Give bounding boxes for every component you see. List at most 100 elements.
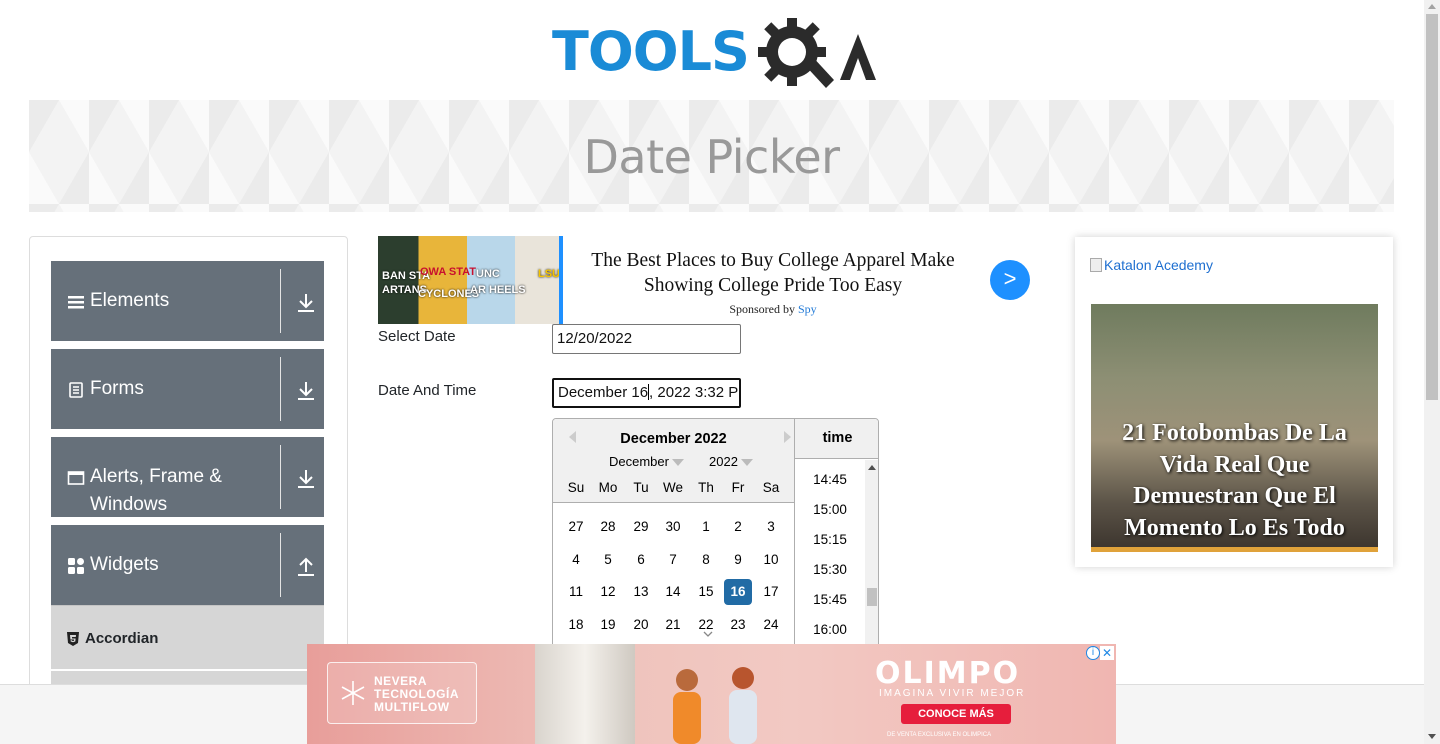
ad-go-button[interactable]: > xyxy=(990,260,1030,300)
scrollbar-thumb[interactable] xyxy=(1426,14,1438,400)
time-slot[interactable]: 14:45 xyxy=(795,472,865,487)
sidebar-group-forms[interactable]: Forms xyxy=(51,349,324,429)
calendar-day[interactable]: 21 xyxy=(659,612,687,638)
calendar-day[interactable]: 24 xyxy=(757,612,785,638)
divider xyxy=(280,357,281,421)
hamburger-icon xyxy=(68,296,84,309)
scroll-up-arrow-icon[interactable] xyxy=(868,465,876,470)
window-icon xyxy=(67,471,85,485)
katalon-ad-link[interactable]: Katalon Acedemy xyxy=(1090,257,1213,273)
chevron-down-icon xyxy=(671,459,684,467)
gear-q-icon xyxy=(758,18,876,88)
input-text-after-caret: , 2022 3:32 P xyxy=(649,384,739,401)
ad-headline[interactable]: The Best Places to Buy College Apparel M… xyxy=(578,248,968,298)
date-and-time-input[interactable]: December 16, 2022 3:32 P xyxy=(552,378,741,408)
calendar-day[interactable]: 8 xyxy=(692,547,720,573)
calendar-day[interactable]: 3 xyxy=(757,514,785,540)
ad-subline: DE VENTA EXCLUSIVA EN OLIMPICA xyxy=(887,732,992,738)
sidebar-group-alerts-frame-windows[interactable]: Alerts, Frame & Windows xyxy=(51,437,324,517)
broken-image-icon xyxy=(1090,258,1102,272)
ad-close-icon[interactable]: ✕ xyxy=(1100,646,1114,660)
calendar-day[interactable]: 17 xyxy=(757,579,785,605)
calendar-day[interactable]: 19 xyxy=(594,612,622,638)
calendar-day[interactable]: 6 xyxy=(627,547,655,573)
chevron-down-icon[interactable] xyxy=(703,631,713,639)
calendar-day[interactable]: 18 xyxy=(562,612,590,638)
logo-text: TOOLS xyxy=(552,20,750,83)
sidebar-item-accordian[interactable]: Accordian xyxy=(51,605,324,669)
input-text-before-caret: December 16 xyxy=(558,384,649,401)
html5-icon xyxy=(67,632,79,646)
snowflake-icon xyxy=(341,681,365,705)
download-arrow-icon[interactable] xyxy=(295,291,317,315)
scroll-up-arrow-icon[interactable] xyxy=(1428,4,1436,9)
time-slot[interactable]: 15:00 xyxy=(795,502,865,517)
divider xyxy=(280,445,281,509)
ad-photo[interactable]: 21 Fotobombas De La Vida Real Que Demues… xyxy=(1091,304,1378,552)
calendar-day[interactable]: 1 xyxy=(692,514,720,540)
calendar-day[interactable]: 5 xyxy=(594,547,622,573)
ad-cta-button[interactable]: CONOCE MÁS xyxy=(901,704,1011,724)
calendar-day[interactable]: 20 xyxy=(627,612,655,638)
select-date-label: Select Date xyxy=(378,328,456,345)
ad-image-college-shirts[interactable]: BAN STA OWA STAT UNC LSU ARTANS CYCLONES… xyxy=(378,236,563,324)
broken-image-alt-text: Katalon Acedemy xyxy=(1104,257,1213,273)
sidebar-group-elements[interactable]: Elements xyxy=(51,261,324,341)
date-and-time-label: Date And Time xyxy=(378,382,477,399)
day-name: Tu xyxy=(633,480,649,495)
time-slot[interactable]: 16:00 xyxy=(795,622,865,637)
next-month-button[interactable] xyxy=(784,431,791,443)
time-slot[interactable]: 15:15 xyxy=(795,532,865,547)
year-select-value: 2022 xyxy=(709,454,738,469)
sidebar-item-label: Accordian xyxy=(85,630,159,647)
shirt-text: OWA STAT xyxy=(420,266,477,278)
year-select[interactable]: 2022 xyxy=(709,454,753,469)
calendar-day[interactable]: 13 xyxy=(627,579,655,605)
select-date-input[interactable]: 12/20/2022 xyxy=(552,324,741,354)
calendar-day[interactable]: 30 xyxy=(659,514,687,540)
day-name: Fr xyxy=(731,480,745,495)
page-scrollbar[interactable] xyxy=(1424,0,1440,744)
calendar-day[interactable]: 10 xyxy=(757,547,785,573)
time-slot[interactable]: 15:30 xyxy=(795,562,865,577)
calendar-day[interactable]: 12 xyxy=(594,579,622,605)
ad-card-line: MULTIFLOW xyxy=(374,700,450,714)
calendar-day[interactable]: 11 xyxy=(562,579,590,605)
calendar-day[interactable]: 23 xyxy=(724,612,752,638)
scroll-down-arrow-icon[interactable] xyxy=(1428,734,1436,739)
month-select[interactable]: December xyxy=(609,454,684,469)
sponsored-ad-banner[interactable]: BAN STA OWA STAT UNC LSU ARTANS CYCLONES… xyxy=(378,236,1038,324)
calendar-day[interactable]: 7 xyxy=(659,547,687,573)
time-slot[interactable]: 15:45 xyxy=(795,592,865,607)
ad-card-text: NEVERA TECNOLOGÍA MULTIFLOW xyxy=(374,675,459,714)
calendar-day[interactable]: 4 xyxy=(562,547,590,573)
calendar-day[interactable]: 29 xyxy=(627,514,655,540)
divider xyxy=(280,269,281,333)
calendar-day-selected[interactable]: 16 xyxy=(724,579,752,605)
sponsored-prefix: Sponsored by xyxy=(729,302,795,316)
right-sidebar-ad[interactable]: Katalon Acedemy 21 Fotobombas De La Vida… xyxy=(1075,237,1393,567)
ad-photo-accent-bar xyxy=(1091,547,1378,552)
ad-info-icon[interactable]: i xyxy=(1086,646,1100,660)
scrollbar-thumb[interactable] xyxy=(867,588,877,606)
calendar-day[interactable]: 2 xyxy=(724,514,752,540)
toolsqa-logo[interactable]: TOOLS xyxy=(552,14,876,92)
sidebar-group-label: Elements xyxy=(90,290,170,311)
calendar-day[interactable]: 14 xyxy=(659,579,687,605)
ad-people-image xyxy=(673,667,757,744)
calendar-day[interactable]: 9 xyxy=(724,547,752,573)
sidebar-group-widgets[interactable]: Widgets xyxy=(51,525,324,605)
upload-arrow-icon[interactable] xyxy=(295,555,317,579)
ad-fridge-image xyxy=(535,644,635,744)
day-name: Th xyxy=(698,480,714,495)
bottom-ad-banner[interactable]: NEVERA TECNOLOGÍA MULTIFLOW OLIMPO IMAGINA… xyxy=(307,644,1116,744)
download-arrow-icon[interactable] xyxy=(295,467,317,491)
day-name: We xyxy=(662,480,683,495)
calendar-day[interactable]: 28 xyxy=(594,514,622,540)
sponsor-link[interactable]: Spy xyxy=(798,302,817,316)
day-name: Sa xyxy=(762,480,780,495)
calendar-day[interactable]: 15 xyxy=(692,579,720,605)
calendar-day[interactable]: 27 xyxy=(562,514,590,540)
download-arrow-icon[interactable] xyxy=(295,379,317,403)
time-list-scrollbar[interactable] xyxy=(865,460,878,647)
